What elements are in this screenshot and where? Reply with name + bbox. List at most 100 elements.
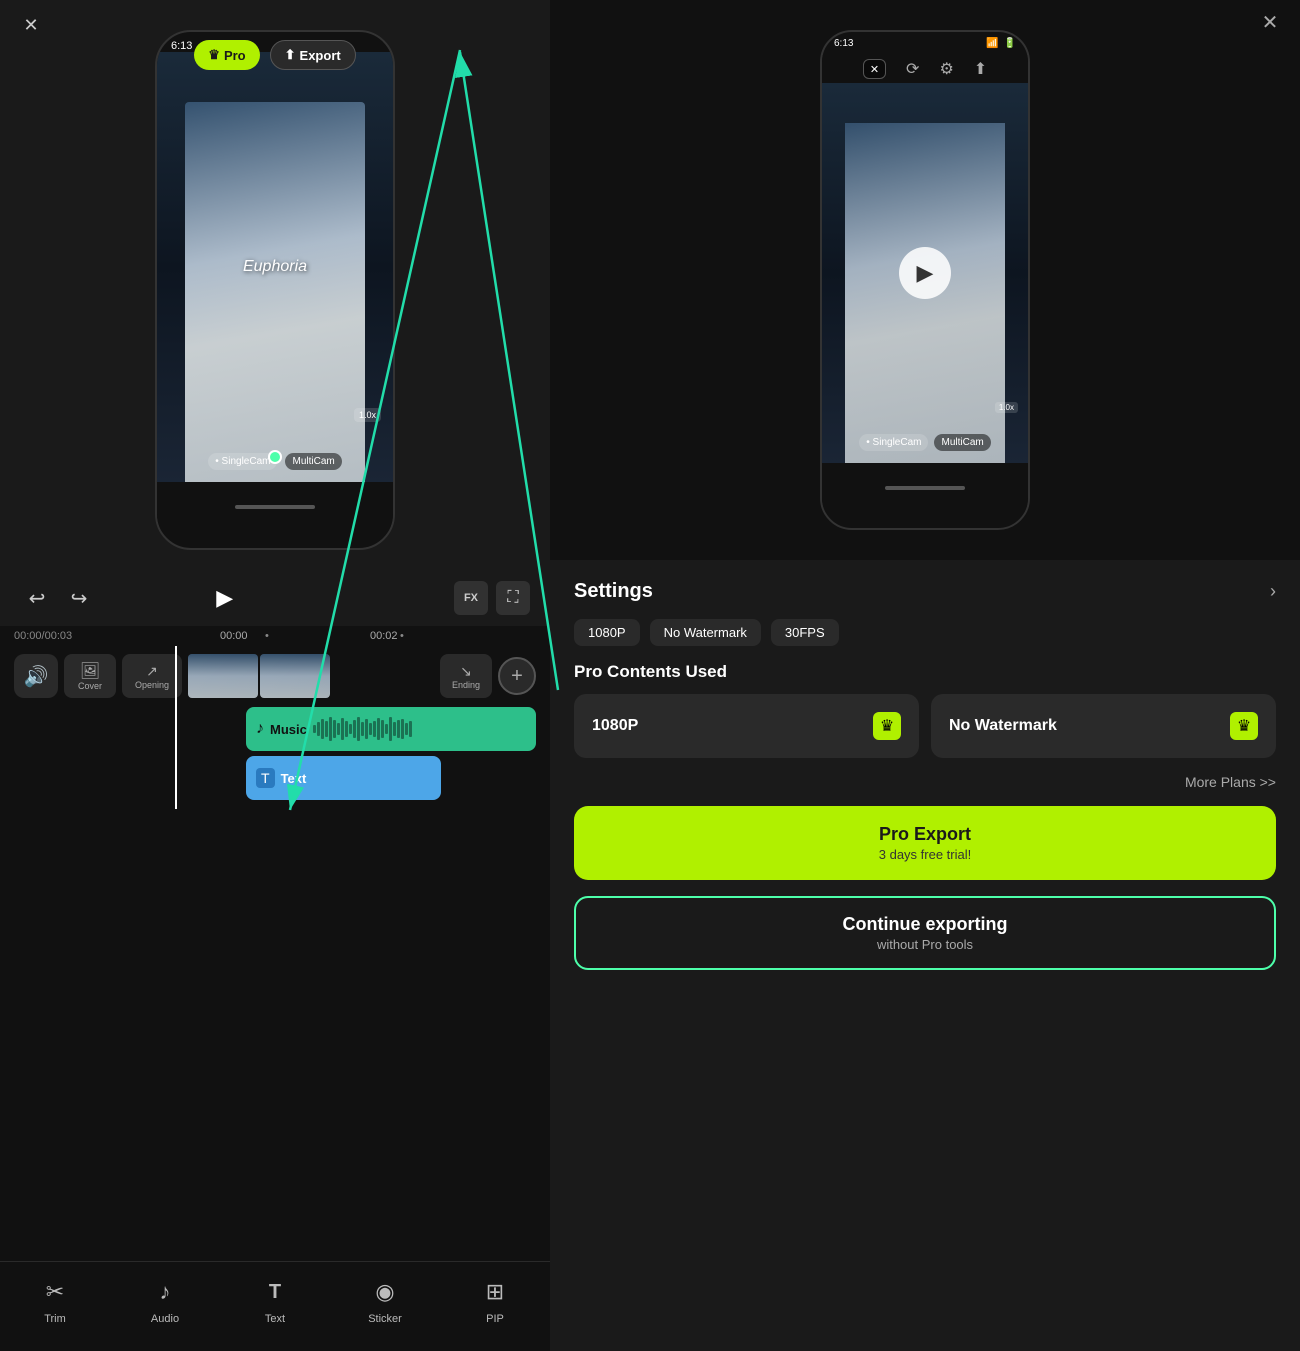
text-track-label: Text — [281, 771, 307, 786]
right-home-indicator — [885, 486, 965, 490]
right-phone-time: 6:13 — [834, 38, 853, 49]
music-label: Music — [270, 722, 307, 737]
right-cam-controls: • SingleCam MultiCam — [822, 434, 1028, 451]
controls-bar: ↩ ↪ ▶ FX ⛶ — [0, 570, 550, 626]
refresh-icon: ⟳ — [906, 59, 919, 79]
right-phone-status-icons: 📶 🔋 — [986, 38, 1016, 49]
text-tool[interactable]: T Text — [220, 1270, 330, 1331]
close-button-left[interactable]: ✕ — [14, 8, 48, 42]
pip-label: PIP — [486, 1313, 504, 1325]
right-speed-badge: 1.0x — [995, 402, 1018, 413]
audio-label: Audio — [151, 1313, 179, 1325]
pro-content-grid: 1080P ♛ No Watermark ♛ — [574, 694, 1276, 758]
play-button[interactable]: ▶ — [205, 578, 245, 618]
video-person — [185, 102, 365, 482]
video-text-overlay: Euphoria — [243, 258, 307, 276]
settings-title: Settings — [574, 580, 653, 603]
opening-clip[interactable]: ↗ Opening — [122, 654, 182, 698]
close-preview-btn[interactable]: ✕ — [863, 59, 886, 79]
text-track-row: T Text — [14, 756, 536, 800]
add-track-button[interactable]: + — [498, 657, 536, 695]
pro-contents-section: Pro Contents Used 1080P ♛ No Watermark ♛ — [574, 662, 1276, 758]
ruler-end: 00:02 — [370, 630, 398, 642]
pip-tool[interactable]: ⊞ PIP — [440, 1270, 550, 1331]
right-phone-status: 6:13 📶 🔋 — [822, 32, 1028, 55]
pro-button[interactable]: ♛ Pro — [194, 40, 259, 70]
phone-header-buttons: ♛ Pro ⬆ Export — [157, 40, 393, 70]
pro-card-1080p-label: 1080P — [592, 717, 638, 735]
timeline-ruler: 00:00/00:03 00:00 • 00:02 • — [0, 626, 550, 646]
audio-tool[interactable]: ♪ Audio — [110, 1270, 220, 1331]
video-clip-2[interactable] — [260, 654, 330, 698]
fx-button[interactable]: FX — [454, 581, 488, 615]
wifi-icon: 🔋 — [1004, 38, 1016, 49]
tag-30fps[interactable]: 30FPS — [771, 619, 839, 646]
sticker-tool[interactable]: ◉ Sticker — [330, 1270, 440, 1331]
trim-tool[interactable]: ✂ Trim — [0, 1270, 110, 1331]
music-track[interactable]: ♪ Music — [246, 707, 536, 751]
right-phone-header-icons: ✕ ⟳ ⚙ ⬆ — [822, 55, 1028, 83]
ending-clip[interactable]: ↘ Ending — [440, 654, 492, 698]
crown-icon-no-watermark: ♛ — [1230, 712, 1258, 740]
playhead — [175, 646, 177, 809]
controls-right: FX ⛶ — [454, 581, 530, 615]
pro-export-title: Pro Export — [879, 824, 971, 845]
multi-cam-btn[interactable]: MultiCam — [285, 453, 341, 470]
text-track[interactable]: T Text — [246, 756, 441, 800]
continue-export-button[interactable]: Continue exporting without Pro tools — [574, 896, 1276, 970]
cover-label: Cover — [78, 681, 102, 691]
timeline-area: 00:00/00:03 00:00 • 00:02 • 🔊 🖼 Cover ↗ … — [0, 626, 550, 1261]
pro-contents-title: Pro Contents Used — [574, 662, 1276, 682]
ending-icon: ↘ — [460, 663, 472, 680]
ruler-dot1: • — [265, 630, 269, 642]
continue-title: Continue exporting — [843, 914, 1008, 935]
video-clip-1[interactable] — [188, 654, 258, 698]
timeline-position: 00:00/00:03 — [14, 630, 72, 642]
pip-icon: ⊞ — [479, 1276, 511, 1308]
phone-preview-area: ✕ 6:13 ♛ Pro ⬆ Export Eu — [0, 0, 550, 570]
right-phone-preview: 6:13 📶 🔋 ✕ ⟳ ⚙ ⬆ ▶ 1.0x • SingleCam — [550, 0, 1300, 560]
right-multi-cam-btn[interactable]: MultiCam — [934, 434, 990, 451]
fullscreen-button[interactable]: ⛶ — [496, 581, 530, 615]
settings-icon-small: ⚙ — [939, 59, 953, 79]
pro-card-no-watermark[interactable]: No Watermark ♛ — [931, 694, 1276, 758]
right-phone-frame: 6:13 📶 🔋 ✕ ⟳ ⚙ ⬆ ▶ 1.0x • SingleCam — [820, 30, 1030, 530]
music-track-row: ♪ Music — [14, 707, 536, 751]
timeline-tracks: 🔊 🖼 Cover ↗ Opening ↘ Ending — [0, 646, 550, 809]
cover-icon: 🖼 — [80, 661, 100, 681]
settings-tags: 1080P No Watermark 30FPS — [574, 619, 1276, 646]
cover-clip[interactable]: 🖼 Cover — [64, 654, 116, 698]
audio-track-icon[interactable]: 🔊 — [14, 654, 58, 698]
video-clips-row — [188, 654, 434, 698]
music-icon: ♪ — [256, 720, 264, 738]
right-single-cam-btn[interactable]: • SingleCam — [859, 434, 928, 451]
undo-button[interactable]: ↩ — [20, 581, 54, 615]
music-waveform — [313, 717, 526, 741]
settings-header: Settings › — [574, 580, 1276, 603]
ruler-mid: 00:00 — [220, 630, 248, 642]
export-button[interactable]: ⬆ Export — [270, 40, 356, 70]
settings-chevron-icon[interactable]: › — [1270, 581, 1276, 602]
sticker-label: Sticker — [368, 1313, 402, 1325]
continue-subtitle: without Pro tools — [877, 937, 973, 952]
pro-card-1080p[interactable]: 1080P ♛ — [574, 694, 919, 758]
phone-bottom-bar — [157, 482, 393, 532]
ending-label: Ending — [452, 680, 480, 690]
right-phone-bottom — [822, 463, 1028, 513]
right-panel: ✕ 6:13 📶 🔋 ✕ ⟳ ⚙ ⬆ ▶ 1.0x — [550, 0, 1300, 1351]
tag-1080p[interactable]: 1080P — [574, 619, 640, 646]
tag-no-watermark[interactable]: No Watermark — [650, 619, 761, 646]
pro-export-subtitle: 3 days free trial! — [879, 847, 972, 862]
more-plans-link[interactable]: More Plans >> — [574, 774, 1276, 790]
opening-label: Opening — [135, 680, 169, 690]
phone-video: Euphoria 1.0x • SingleCam MultiCam — [157, 52, 393, 482]
opening-icon: ↗ — [146, 663, 158, 680]
video-track-row: 🔊 🖼 Cover ↗ Opening ↘ Ending — [14, 650, 536, 702]
text-track-icon: T — [256, 768, 275, 788]
ruler-dot2: • — [400, 630, 404, 642]
redo-button[interactable]: ↪ — [62, 581, 96, 615]
pro-export-button[interactable]: Pro Export 3 days free trial! — [574, 806, 1276, 880]
speed-badge: 1.0x — [354, 408, 381, 422]
play-circle-button[interactable]: ▶ — [899, 247, 951, 299]
bottom-toolbar: ✂ Trim ♪ Audio T Text ◉ Sticker ⊞ PIP — [0, 1261, 550, 1351]
